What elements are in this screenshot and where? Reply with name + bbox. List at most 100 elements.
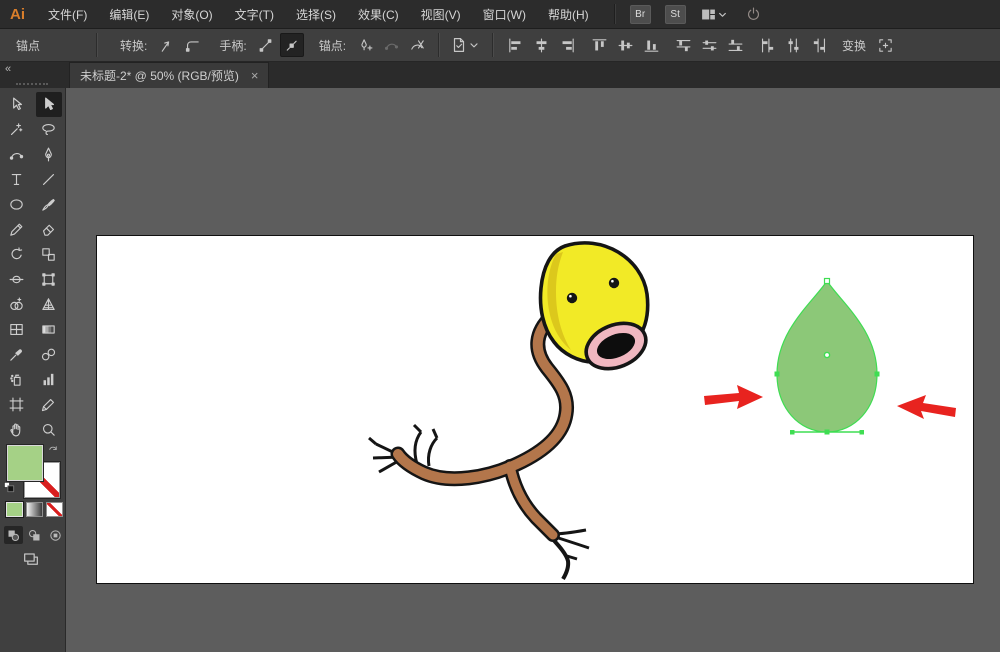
column-graph-tool[interactable] [36, 367, 62, 392]
screen-mode-button[interactable] [20, 550, 44, 570]
anchor-point-top[interactable] [825, 279, 830, 284]
menu-item-edit[interactable]: 编辑(E) [98, 0, 160, 28]
dist-v-center-button[interactable] [697, 33, 721, 57]
document-tab[interactable]: 未标题-2* @ 50% (RGB/预览) × [69, 62, 269, 88]
ellipse-tool[interactable] [4, 192, 30, 217]
tab-bar: « 未标题-2* @ 50% (RGB/预览) × [0, 62, 1000, 88]
menubar-right: Br St [614, 4, 762, 24]
curvature-tool[interactable] [4, 142, 30, 167]
convert-to-smooth-button[interactable] [180, 33, 204, 57]
gradient-button[interactable] [26, 502, 43, 517]
scale-tool[interactable] [36, 242, 62, 267]
center-point[interactable] [824, 352, 829, 357]
document-setup-dropdown[interactable] [449, 33, 483, 57]
anchor-point-right[interactable] [875, 372, 880, 377]
pen-tool[interactable] [36, 142, 62, 167]
draw-inside-button[interactable] [46, 526, 65, 544]
lasso-tool[interactable] [36, 117, 62, 142]
rotate-tool[interactable] [4, 242, 30, 267]
align-right-button[interactable] [555, 33, 579, 57]
anchor-point-left[interactable] [775, 372, 780, 377]
collapse-panel-button[interactable]: « [5, 63, 11, 75]
color-button[interactable] [6, 502, 23, 517]
menu-item-select[interactable]: 选择(S) [285, 0, 347, 28]
convert-label: 转换: [120, 37, 147, 54]
bridge-button[interactable]: Br [630, 5, 651, 24]
hide-handles-button[interactable] [280, 33, 304, 57]
red-arrow-right[interactable] [897, 395, 956, 419]
default-fill-stroke-icon[interactable] [2, 480, 16, 494]
perspective-grid-tool[interactable] [36, 292, 62, 317]
align-v-middle-button[interactable] [613, 33, 637, 57]
artboard[interactable] [97, 236, 973, 583]
menu-item-window[interactable]: 窗口(W) [472, 0, 537, 28]
menu-items: 文件(F)编辑(E)对象(O)文字(T)选择(S)效果(C)视图(V)窗口(W)… [37, 0, 600, 28]
add-anchor-button[interactable] [353, 33, 377, 57]
dist-bottom-button[interactable] [723, 33, 747, 57]
free-distort-button[interactable] [873, 33, 897, 57]
menu-item-view[interactable]: 视图(V) [410, 0, 472, 28]
divider [438, 33, 440, 57]
chevron-down-icon [714, 6, 731, 23]
paintbrush-tool[interactable] [36, 192, 62, 217]
slice-tool[interactable] [36, 392, 62, 417]
line-segment-tool[interactable] [36, 167, 62, 192]
menu-bar: Ai 文件(F)编辑(E)对象(O)文字(T)选择(S)效果(C)视图(V)窗口… [0, 0, 1000, 29]
workspace-switcher-button[interactable] [700, 6, 731, 23]
align-buttons-group [502, 33, 832, 57]
draw-normal-button[interactable] [4, 526, 23, 544]
remove-anchor-button[interactable] [379, 33, 403, 57]
green-teardrop-shape[interactable] [775, 279, 880, 435]
convert-to-corner-button[interactable] [154, 33, 178, 57]
eyedropper-tool[interactable] [4, 342, 30, 367]
menu-item-object[interactable]: 对象(O) [160, 0, 223, 28]
red-arrow-left[interactable] [704, 385, 763, 409]
mesh-tool[interactable] [4, 317, 30, 342]
dist-h-center-button[interactable] [781, 33, 805, 57]
symbol-sprayer-tool[interactable] [4, 367, 30, 392]
cut-path-button[interactable] [405, 33, 429, 57]
gradient-tool[interactable] [36, 317, 62, 342]
show-handles-button[interactable] [254, 33, 278, 57]
pencil-tool[interactable] [4, 217, 30, 242]
width-tool[interactable] [4, 267, 30, 292]
handle-end[interactable] [790, 430, 795, 435]
align-top-button[interactable] [587, 33, 611, 57]
handle-end[interactable] [860, 430, 865, 435]
bellsprout-character[interactable] [369, 243, 653, 579]
align-bottom-button[interactable] [639, 33, 663, 57]
menu-item-help[interactable]: 帮助(H) [537, 0, 600, 28]
menu-item-effect[interactable]: 效果(C) [347, 0, 410, 28]
handles-label: 手柄: [219, 37, 246, 54]
swap-fill-stroke-icon[interactable] [46, 444, 61, 458]
artboard-tool[interactable] [4, 392, 30, 417]
sync-status-icon[interactable] [745, 6, 762, 23]
blend-tool[interactable] [36, 342, 62, 367]
canvas-area[interactable] [66, 88, 1000, 652]
magic-wand-tool[interactable] [4, 117, 30, 142]
align-h-center-button[interactable] [529, 33, 553, 57]
selection-tool[interactable] [4, 92, 30, 117]
dist-left-button[interactable] [755, 33, 779, 57]
chevron-down-icon [465, 36, 483, 54]
align-left-button[interactable] [503, 33, 527, 57]
dist-top-button[interactable] [671, 33, 695, 57]
none-button[interactable] [46, 502, 63, 517]
fill-color-swatch[interactable] [7, 445, 43, 481]
eraser-tool[interactable] [36, 217, 62, 242]
shape-builder-tool[interactable] [4, 292, 30, 317]
draw-behind-button[interactable] [25, 526, 44, 544]
zoom-tool[interactable] [36, 417, 62, 442]
menu-item-file[interactable]: 文件(F) [37, 0, 98, 28]
close-tab-button[interactable]: × [251, 69, 259, 82]
direct-selection-tool[interactable] [36, 92, 62, 117]
type-tool[interactable] [4, 167, 30, 192]
panel-grip[interactable] [16, 83, 48, 85]
stock-button[interactable]: St [665, 5, 686, 24]
dist-right-button[interactable] [807, 33, 831, 57]
transform-button[interactable]: 变换 [842, 37, 866, 54]
anchor-point-bottom[interactable] [825, 430, 830, 435]
free-transform-tool[interactable] [36, 267, 62, 292]
menu-item-type[interactable]: 文字(T) [224, 0, 285, 28]
hand-tool[interactable] [4, 417, 30, 442]
